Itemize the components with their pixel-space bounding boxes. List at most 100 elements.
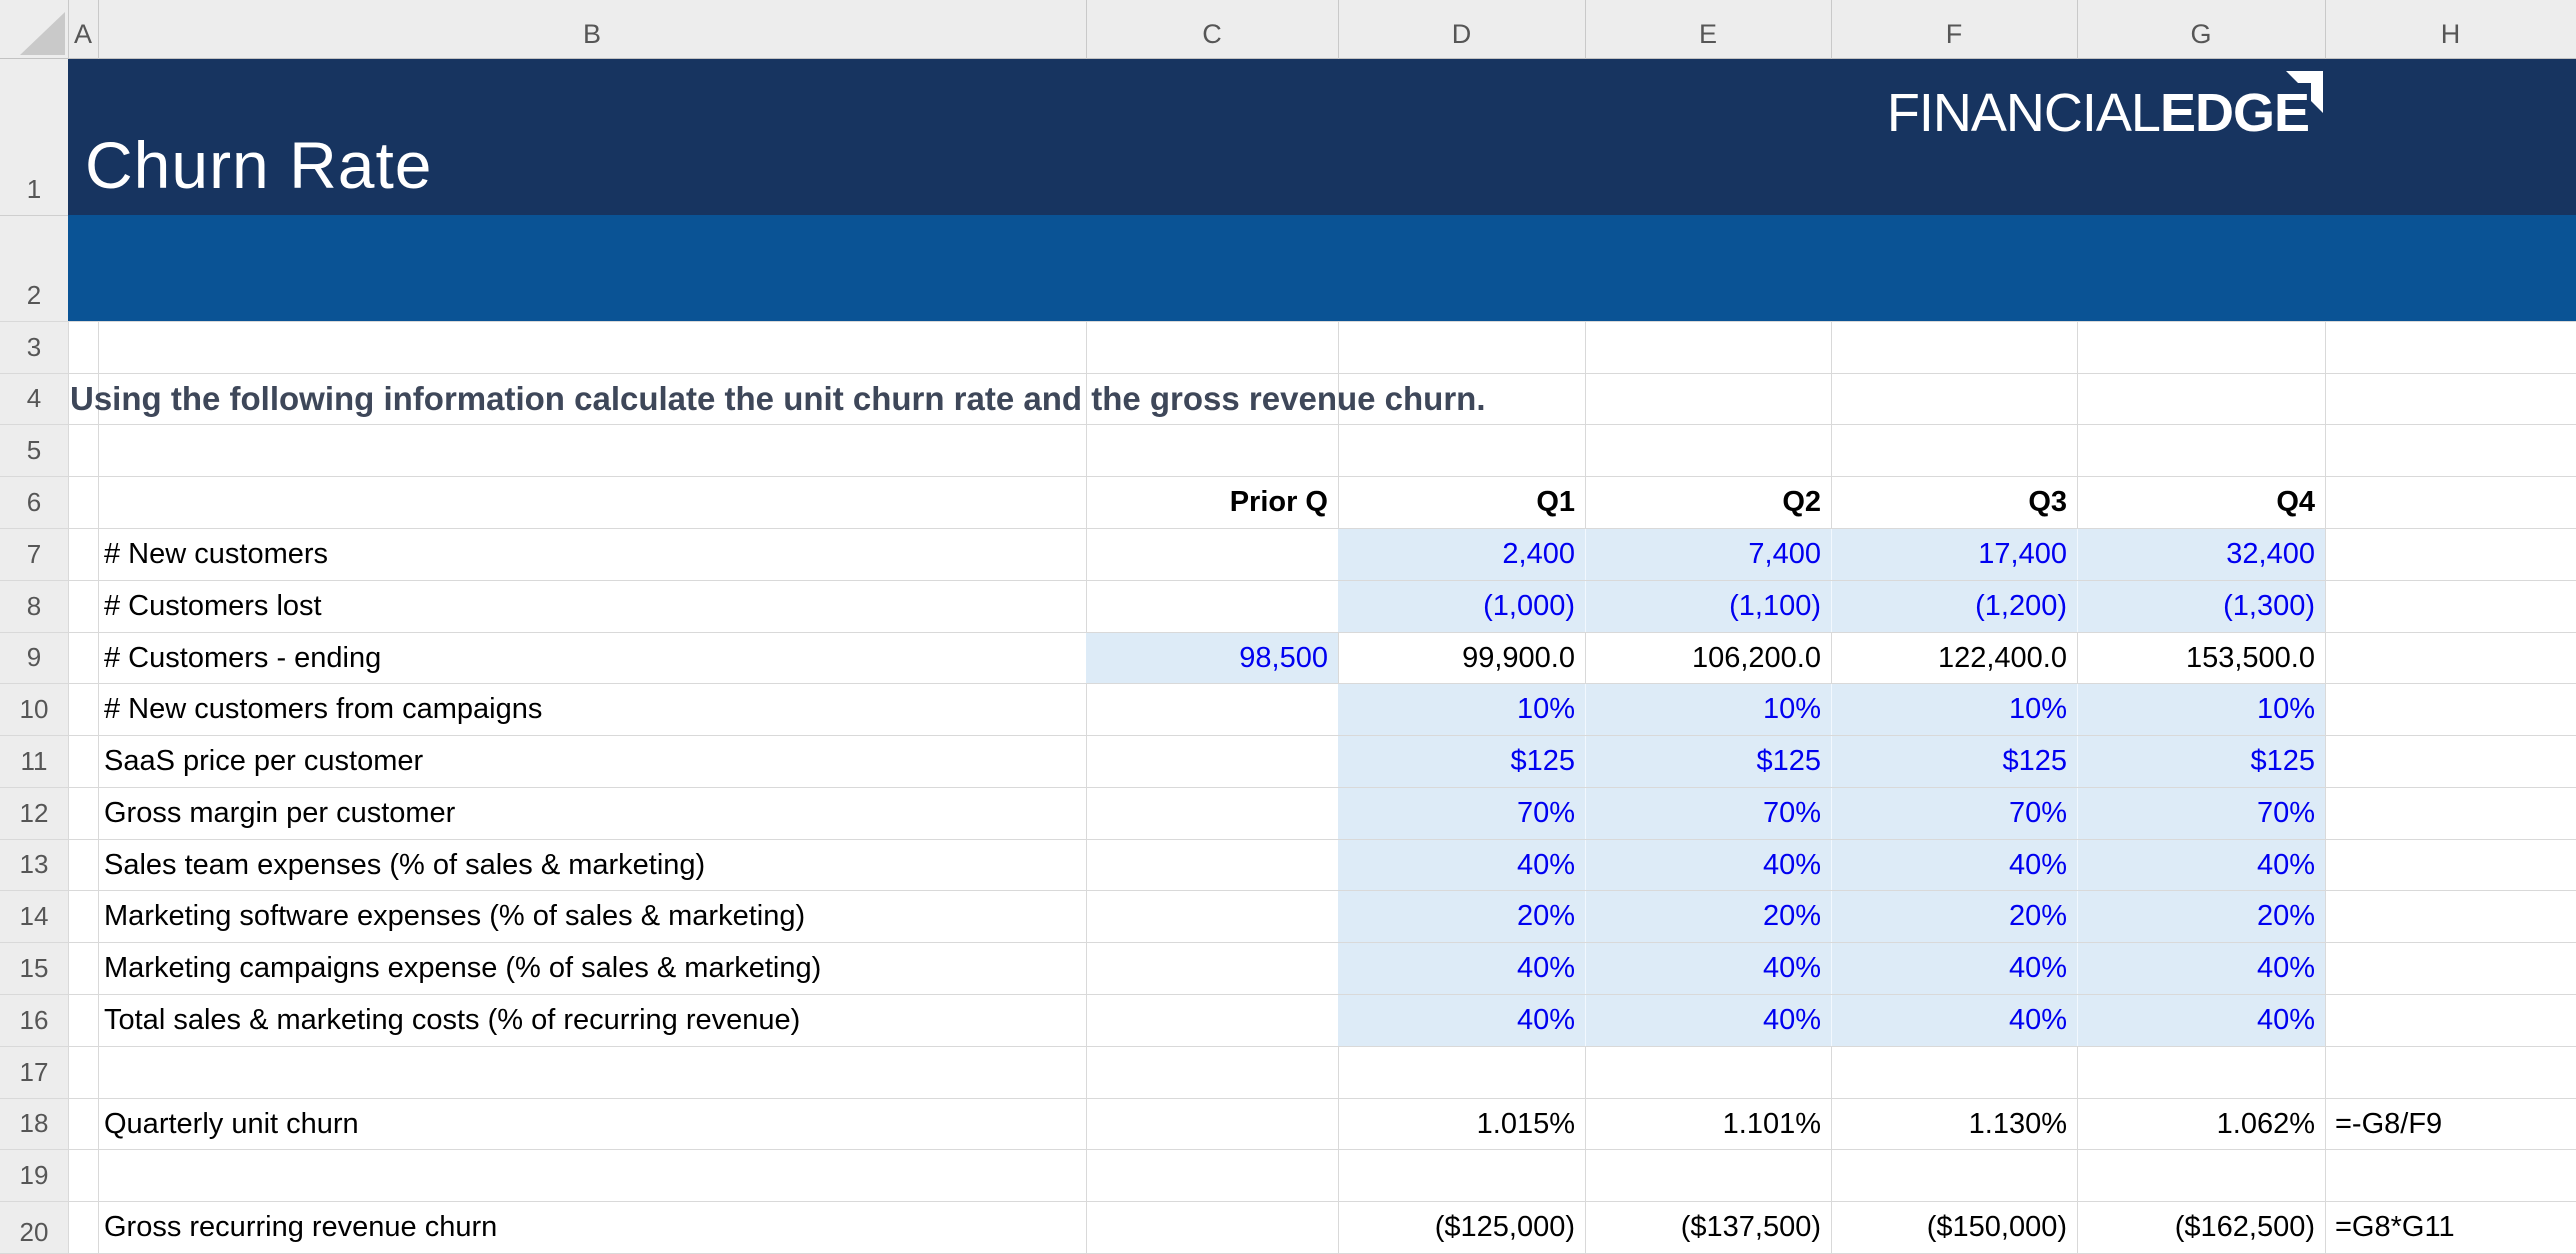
select-all-button[interactable] (0, 0, 68, 59)
row-header-1[interactable]: 1 (0, 59, 68, 215)
row-header-20[interactable]: 20 (0, 1201, 68, 1253)
cell-G15[interactable]: 40% (2077, 942, 2325, 994)
column-header-A[interactable]: A (68, 0, 98, 59)
cell-E8[interactable]: (1,100) (1585, 580, 1831, 632)
cell-E12[interactable]: 70% (1585, 787, 1831, 839)
cell-F8[interactable]: (1,200) (1831, 580, 2077, 632)
cell-B16[interactable]: Total sales & marketing costs (% of recu… (104, 994, 1084, 1046)
row-header-14[interactable]: 14 (0, 890, 68, 942)
cell-F20[interactable]: ($150,000) (1831, 1201, 2077, 1253)
cell-G7[interactable]: 32,400 (2077, 528, 2325, 580)
cell-F13[interactable]: 40% (1831, 839, 2077, 891)
row-header-8[interactable]: 8 (0, 580, 68, 632)
cell-G12[interactable]: 70% (2077, 787, 2325, 839)
cell-H20-formula[interactable]: =G8*G11 (2325, 1201, 2576, 1253)
cell-G13[interactable]: 40% (2077, 839, 2325, 891)
cell-B11[interactable]: SaaS price per customer (104, 735, 1084, 787)
cell-D16[interactable]: 40% (1338, 994, 1585, 1046)
cell-D13[interactable]: 40% (1338, 839, 1585, 891)
cell-F11[interactable]: $125 (1831, 735, 2077, 787)
spreadsheet-canvas: A B C D E F G H 1 2 3 4 5 6 7 8 9 10 11 … (0, 0, 2576, 1254)
cell-D14[interactable]: 20% (1338, 890, 1585, 942)
cell-G11[interactable]: $125 (2077, 735, 2325, 787)
cell-H18-formula[interactable]: =-G8/F9 (2325, 1098, 2576, 1150)
cell-B12[interactable]: Gross margin per customer (104, 787, 1084, 839)
cell-F16[interactable]: 40% (1831, 994, 2077, 1046)
cell-D10[interactable]: 10% (1338, 683, 1585, 735)
row-header-5[interactable]: 5 (0, 424, 68, 476)
cell-B14[interactable]: Marketing software expenses (% of sales … (104, 890, 1084, 942)
cell-F14[interactable]: 20% (1831, 890, 2077, 942)
row-header-12[interactable]: 12 (0, 787, 68, 839)
column-header-B[interactable]: B (98, 0, 1086, 59)
column-header-D[interactable]: D (1338, 0, 1585, 59)
cell-F12[interactable]: 70% (1831, 787, 2077, 839)
row-header-13[interactable]: 13 (0, 839, 68, 890)
cell-F10[interactable]: 10% (1831, 683, 2077, 735)
cell-D20[interactable]: ($125,000) (1338, 1201, 1585, 1253)
cell-D15[interactable]: 40% (1338, 942, 1585, 994)
row-header-6[interactable]: 6 (0, 476, 68, 528)
cell-E10[interactable]: 10% (1585, 683, 1831, 735)
cell-B15[interactable]: Marketing campaigns expense (% of sales … (104, 942, 1084, 994)
column-header-F[interactable]: F (1831, 0, 2077, 59)
page-title[interactable]: Churn Rate (85, 59, 433, 215)
cell-F9[interactable]: 122,400.0 (1831, 632, 2077, 684)
row-header-7[interactable]: 7 (0, 528, 68, 580)
cell-G8[interactable]: (1,300) (2077, 580, 2325, 632)
cell-B8[interactable]: # Customers lost (104, 580, 1084, 632)
cell-D18[interactable]: 1.015% (1338, 1098, 1585, 1150)
cell-D12[interactable]: 70% (1338, 787, 1585, 839)
row-header-4[interactable]: 4 (0, 373, 68, 424)
cell-E18[interactable]: 1.101% (1585, 1098, 1831, 1150)
cell-C9[interactable]: 98,500 (1086, 632, 1338, 684)
column-header-C[interactable]: C (1086, 0, 1338, 59)
instruction-text[interactable]: Using the following information calculat… (70, 373, 1486, 424)
cell-E16[interactable]: 40% (1585, 994, 1831, 1046)
cell-D6[interactable]: Q1 (1338, 476, 1585, 528)
row-header-2[interactable]: 2 (0, 215, 68, 321)
cell-F15[interactable]: 40% (1831, 942, 2077, 994)
cell-G10[interactable]: 10% (2077, 683, 2325, 735)
row-header-18[interactable]: 18 (0, 1098, 68, 1149)
cell-F6[interactable]: Q3 (1831, 476, 2077, 528)
cell-B7[interactable]: # New customers (104, 528, 1084, 580)
cell-E20[interactable]: ($137,500) (1585, 1201, 1831, 1253)
cell-E11[interactable]: $125 (1585, 735, 1831, 787)
column-header-E[interactable]: E (1585, 0, 1831, 59)
cell-G6[interactable]: Q4 (2077, 476, 2325, 528)
cell-F7[interactable]: 17,400 (1831, 528, 2077, 580)
cell-G16[interactable]: 40% (2077, 994, 2325, 1046)
cell-B10[interactable]: # New customers from campaigns (104, 683, 1084, 735)
cell-B18[interactable]: Quarterly unit churn (104, 1098, 1084, 1150)
cell-G20[interactable]: ($162,500) (2077, 1201, 2325, 1253)
row-header-15[interactable]: 15 (0, 942, 68, 994)
cell-E9[interactable]: 106,200.0 (1585, 632, 1831, 684)
row-header-3[interactable]: 3 (0, 321, 68, 373)
row-header-16[interactable]: 16 (0, 994, 68, 1046)
cell-E7[interactable]: 7,400 (1585, 528, 1831, 580)
cell-C6[interactable]: Prior Q (1086, 476, 1338, 528)
row-header-17[interactable]: 17 (0, 1046, 68, 1098)
cell-E14[interactable]: 20% (1585, 890, 1831, 942)
cell-B9[interactable]: # Customers - ending (104, 632, 1084, 684)
cell-D7[interactable]: 2,400 (1338, 528, 1585, 580)
row-header-9[interactable]: 9 (0, 632, 68, 683)
row-header-11[interactable]: 11 (0, 735, 68, 787)
cell-F18[interactable]: 1.130% (1831, 1098, 2077, 1150)
cell-B20[interactable]: Gross recurring revenue churn (104, 1201, 1084, 1253)
cell-G14[interactable]: 20% (2077, 890, 2325, 942)
cell-E13[interactable]: 40% (1585, 839, 1831, 891)
column-header-G[interactable]: G (2077, 0, 2325, 59)
cell-E15[interactable]: 40% (1585, 942, 1831, 994)
cell-D11[interactable]: $125 (1338, 735, 1585, 787)
cell-B13[interactable]: Sales team expenses (% of sales & market… (104, 839, 1084, 891)
row-header-10[interactable]: 10 (0, 683, 68, 735)
cell-D9[interactable]: 99,900.0 (1338, 632, 1585, 684)
cell-E6[interactable]: Q2 (1585, 476, 1831, 528)
row-header-19[interactable]: 19 (0, 1149, 68, 1201)
cell-G18[interactable]: 1.062% (2077, 1098, 2325, 1150)
column-header-H[interactable]: H (2325, 0, 2576, 59)
cell-D8[interactable]: (1,000) (1338, 580, 1585, 632)
cell-G9[interactable]: 153,500.0 (2077, 632, 2325, 684)
